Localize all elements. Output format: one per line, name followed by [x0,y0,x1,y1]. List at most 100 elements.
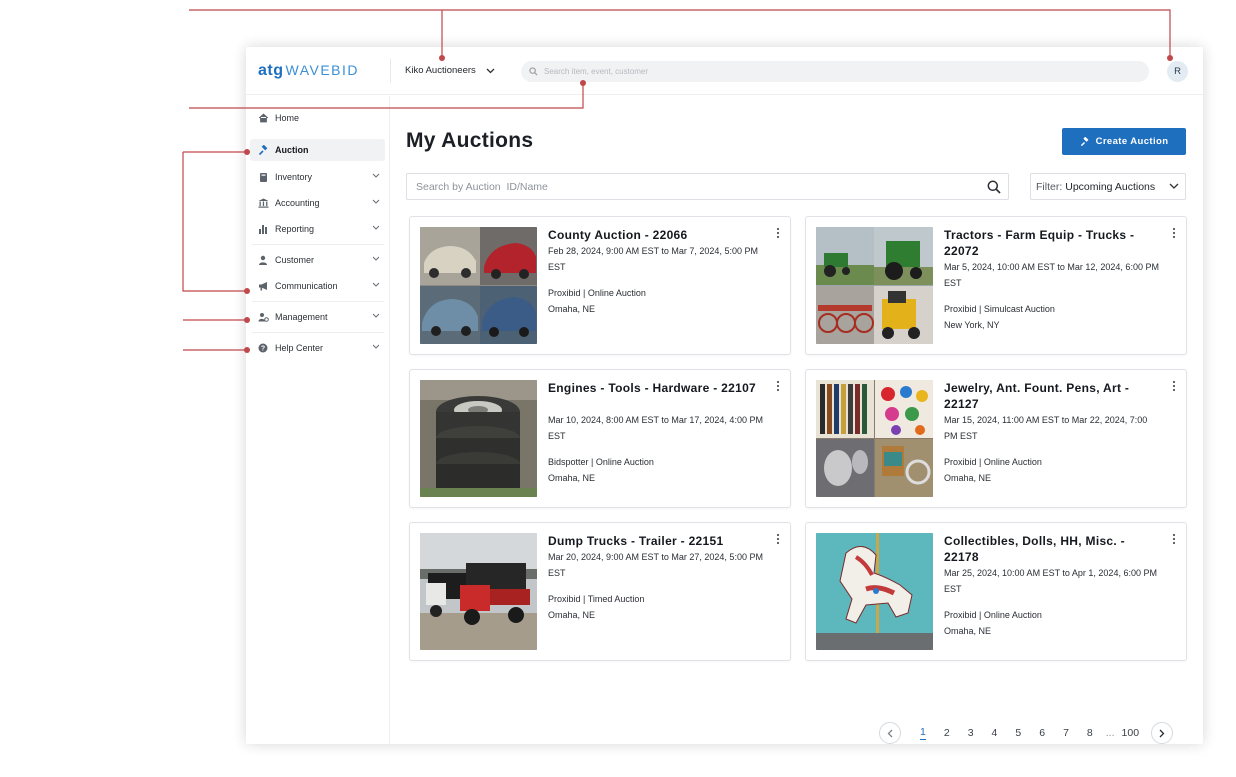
create-auction-label: Create Auction [1095,136,1169,147]
page-title: My Auctions [406,129,534,152]
chevron-down-icon [1169,183,1179,189]
page-1[interactable]: 1 [920,726,926,740]
auction-card[interactable]: Dump Trucks - Trailer - 22151 Mar 20, 20… [409,522,791,661]
page-4[interactable]: 4 [992,727,998,739]
page-100[interactable]: 100 [1122,727,1140,739]
book-icon [257,171,269,183]
sidebar-item-label: Reporting [275,224,315,234]
auction-card[interactable]: Tractors - Farm Equip - Trucks - 22072 M… [805,216,1187,355]
home-icon [257,112,269,124]
more-vertical-icon[interactable] [1170,380,1178,392]
chevron-left-icon [887,729,893,737]
auction-dates: Mar 15, 2024, 11:00 AM EST to Mar 22, 20… [944,415,1148,441]
main-content: My Auctions Create Auction Filter: Upcom… [391,96,1203,744]
prev-page-button[interactable] [879,722,901,744]
megaphone-icon [257,280,269,292]
user-cog-icon [257,311,269,323]
avatar[interactable]: R [1167,61,1188,82]
auction-search-input[interactable] [416,180,976,193]
top-divider [390,59,391,83]
auction-location: Omaha, NE [944,626,992,636]
app-window: atgWAVEBID Kiko Auctioneers R Home Aucti… [246,47,1203,744]
sidebar: Home Auction Inventory Accounting Report… [246,96,390,744]
sidebar-item-inventory[interactable]: Inventory [250,166,385,188]
auction-platform: Proxibid | Online Auction [944,457,1042,467]
sidebar-item-label: Auction [275,145,309,155]
auction-location: New York, NY [944,320,1000,330]
sidebar-item-home[interactable]: Home [250,107,385,129]
sidebar-item-label: Communication [275,281,338,291]
auction-platform: Proxibid | Simulcast Auction [944,304,1055,314]
filter-dropdown[interactable]: Filter: Upcoming Auctions [1030,173,1186,200]
page-3[interactable]: 3 [968,727,974,739]
sidebar-item-reporting[interactable]: Reporting [250,218,385,240]
auction-platform: Proxibid | Timed Auction [548,594,645,604]
sidebar-item-auction[interactable]: Auction [250,139,385,161]
tires-photo [420,380,537,497]
auction-platform: Proxibid | Online Auction [548,288,646,298]
dump-trucks-photo [420,533,537,650]
sidebar-item-communication[interactable]: Communication [250,275,385,297]
more-vertical-icon[interactable] [1170,533,1178,545]
chevron-down-icon [486,68,495,73]
chevron-down-icon [372,256,380,261]
auction-title: County Auction - 22066 [548,228,688,242]
bar-chart-icon [257,223,269,235]
global-search-input[interactable] [544,67,1104,76]
sidebar-item-customer[interactable]: Customer [250,249,385,271]
auction-card[interactable]: Engines - Tools - Hardware - 22107 Mar 1… [409,369,791,508]
tractors-photo [816,227,933,344]
page-2[interactable]: 2 [944,727,950,739]
sidebar-item-help-center[interactable]: ? Help Center [250,337,385,359]
chevron-down-icon [372,225,380,230]
auction-card[interactable]: Jewelry, Ant. Fount. Pens, Art - 22127 M… [805,369,1187,508]
more-vertical-icon[interactable] [774,227,782,239]
carousel-horse-photo [816,533,933,650]
gavel-icon [257,144,269,156]
filter-label: Filter: [1036,180,1063,193]
chevron-down-icon [372,344,380,349]
auction-dates: Mar 5, 2024, 10:00 AM EST to Mar 12, 202… [944,262,1159,288]
search-icon[interactable] [987,180,1001,194]
page-6[interactable]: 6 [1039,727,1045,739]
help-icon: ? [257,342,269,354]
sidebar-divider [252,301,384,302]
cars-photo [420,227,537,344]
auction-title: Collectibles, Dolls, HH, Misc. - 22178 [944,534,1125,564]
auction-title: Dump Trucks - Trailer - 22151 [548,534,724,548]
logo-atg: atg [258,62,284,79]
auction-dates: Mar 10, 2024, 8:00 AM EST to Mar 17, 202… [548,415,763,441]
org-selector[interactable]: Kiko Auctioneers [405,65,495,76]
org-name: Kiko Auctioneers [405,65,476,76]
page-ellipsis: ... [1105,727,1115,739]
chevron-right-icon [1159,729,1165,737]
page-5[interactable]: 5 [1015,727,1021,739]
sidebar-item-label: Inventory [275,172,313,182]
auction-card[interactable]: County Auction - 22066 Feb 28, 2024, 9:0… [409,216,791,355]
auction-title: Tractors - Farm Equip - Trucks - 22072 [944,228,1135,258]
page-8[interactable]: 8 [1087,727,1093,739]
sidebar-item-label: Management [275,312,328,322]
more-vertical-icon[interactable] [774,533,782,545]
sidebar-item-accounting[interactable]: Accounting [250,192,385,214]
jewelry-photo [816,380,933,497]
more-vertical-icon[interactable] [1170,227,1178,239]
auction-search [406,173,1009,200]
create-auction-button[interactable]: Create Auction [1062,128,1186,155]
auction-dates: Feb 28, 2024, 9:00 AM EST to Mar 7, 2024… [548,246,758,272]
sidebar-item-label: Home [275,113,300,123]
auction-location: Omaha, NE [548,610,596,620]
auction-title: Jewelry, Ant. Fount. Pens, Art - 22127 [944,381,1130,411]
page-7[interactable]: 7 [1063,727,1069,739]
sidebar-item-label: Customer [275,255,315,265]
more-vertical-icon[interactable] [774,380,782,392]
chevron-down-icon [372,282,380,287]
pagination: 1 2 3 4 5 6 7 8 ... 100 [879,722,1174,744]
auction-card[interactable]: Collectibles, Dolls, HH, Misc. - 22178 M… [805,522,1187,661]
next-page-button[interactable] [1151,722,1174,744]
gavel-icon [1080,136,1089,146]
auction-title: Engines - Tools - Hardware - 22107 [548,381,757,395]
wavebid-logo[interactable]: atg WAVEBID [258,62,359,80]
global-search[interactable] [521,61,1149,82]
sidebar-item-management[interactable]: Management [250,306,385,328]
